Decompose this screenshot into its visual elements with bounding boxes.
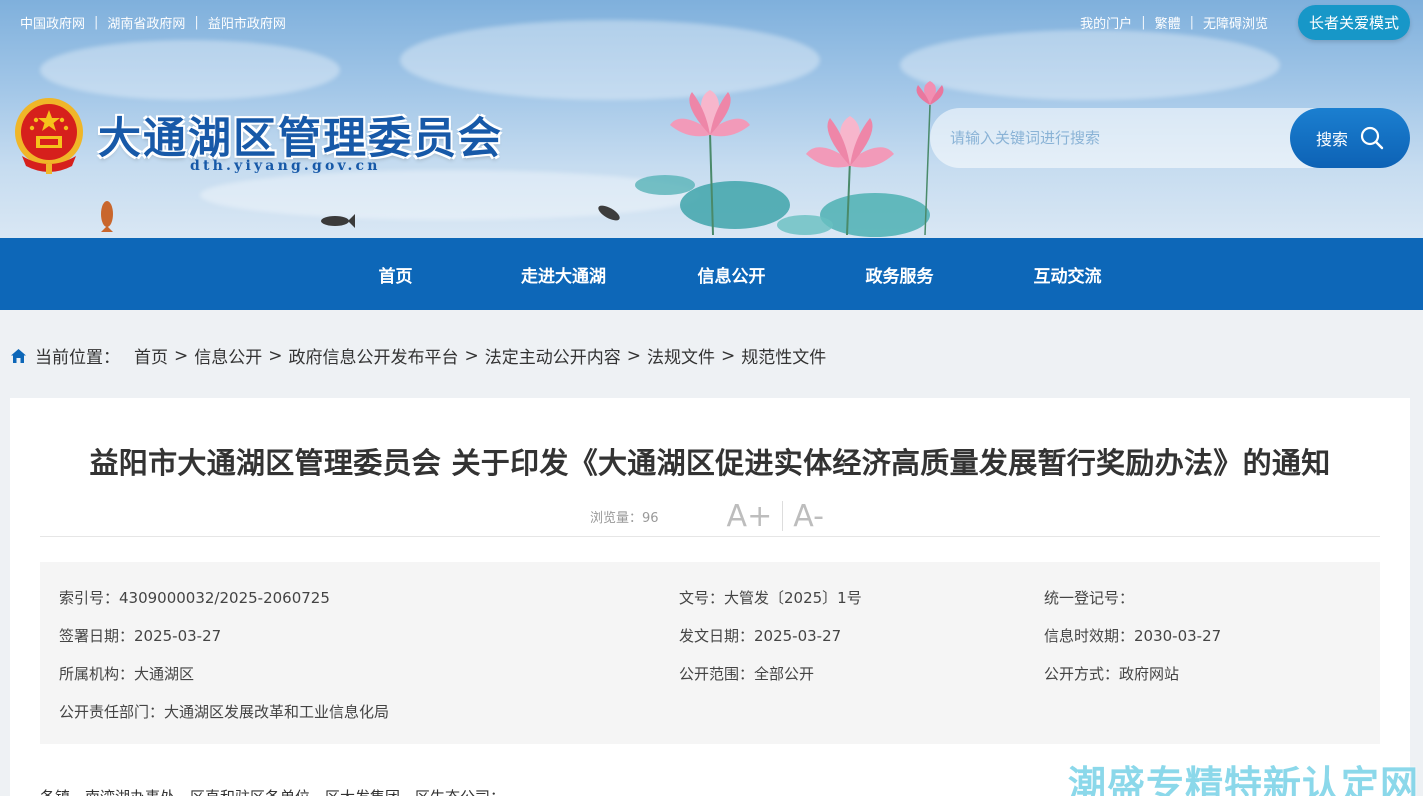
info-method: 公开方式：政府网站: [1044, 665, 1180, 683]
document-info-table: 索引号：4309000032/2025-2060725 文号：大管发〔2025〕…: [40, 562, 1380, 744]
divider: |: [1189, 15, 1194, 30]
link-accessibility[interactable]: 无障碍浏览: [1203, 13, 1268, 32]
info-index-no: 索引号：4309000032/2025-2060725: [59, 589, 330, 607]
search-icon: [1360, 126, 1384, 150]
nav-gov-services[interactable]: 政务服务: [816, 238, 984, 310]
lotus-illustration: [635, 81, 944, 237]
breadcrumb-lead: 当前位置：: [35, 348, 120, 368]
breadcrumb-separator: >: [626, 345, 641, 366]
breadcrumb-separator: >: [268, 345, 283, 366]
koi-fish-icon: [321, 214, 355, 228]
font-decrease-button[interactable]: A-: [783, 499, 834, 534]
divider: |: [1141, 15, 1146, 30]
info-org: 所属机构：大通湖区: [59, 665, 195, 683]
divider: [40, 536, 1380, 537]
divider: |: [194, 15, 199, 30]
site-domain: dth.yiyang.gov.cn: [190, 158, 381, 174]
breadcrumb-item[interactable]: 法定主动公开内容: [485, 343, 621, 368]
info-reg-no: 统一登记号：: [1044, 589, 1135, 607]
view-count: 浏览量：96: [590, 510, 659, 526]
cloud-decoration: [900, 30, 1280, 100]
user-links: 我的门户 | 繁體 | 无障碍浏览: [1080, 13, 1268, 32]
breadcrumb-separator: >: [464, 345, 479, 366]
breadcrumb-separator: >: [174, 345, 189, 366]
article-body-first-line: 各镇、南湾湖办事处，区直和驻区各单位，区大发集团、区生态公司：: [40, 786, 505, 796]
breadcrumb-item[interactable]: 法规文件: [647, 343, 715, 368]
divider: |: [94, 15, 99, 30]
breadcrumb-item[interactable]: 信息公开: [194, 343, 262, 368]
nav-home[interactable]: 首页: [312, 238, 480, 310]
nav-about[interactable]: 走进大通湖: [480, 238, 648, 310]
search-button-label: 搜索: [1315, 130, 1348, 149]
link-hunan-gov[interactable]: 湖南省政府网: [107, 13, 185, 32]
koi-fish-icon: [598, 205, 620, 221]
link-gov-cn[interactable]: 中国政府网: [20, 13, 85, 32]
national-emblem-icon: [15, 98, 83, 174]
link-my-portal[interactable]: 我的门户: [1080, 13, 1132, 32]
search-input[interactable]: [930, 129, 1290, 147]
header-banner: 中国政府网 | 湖南省政府网 | 益阳市政府网 我的门户 | 繁體 | 无障碍浏…: [0, 0, 1423, 238]
cloud-decoration: [40, 40, 340, 100]
nav-info-disclosure[interactable]: 信息公开: [648, 238, 816, 310]
breadcrumb-item[interactable]: 规范性文件: [741, 343, 826, 368]
watermark: 潮盛专精特新认定网: [1068, 763, 1420, 796]
link-yiyang-gov[interactable]: 益阳市政府网: [208, 13, 286, 32]
nav-interaction[interactable]: 互动交流: [984, 238, 1152, 310]
info-dept: 公开责任部门：大通湖区发展改革和工业信息化局: [59, 703, 390, 721]
breadcrumb-item[interactable]: 首页: [134, 343, 168, 368]
info-issue-date: 发文日期：2025-03-27: [679, 627, 842, 645]
article-title: 益阳市大通湖区管理委员会 关于印发《大通湖区促进实体经济高质量发展暂行奖励办法》…: [89, 446, 1331, 480]
article-meta: 浏览量：96 A+ A-: [590, 498, 834, 534]
main-nav: 首页 走进大通湖 信息公开 政务服务 互动交流: [0, 238, 1423, 310]
site-title: 大通湖区管理委员会: [98, 114, 503, 164]
elder-mode-button[interactable]: 长者关爱模式: [1298, 5, 1410, 40]
info-doc-no: 文号：大管发〔2025〕1号: [679, 589, 862, 607]
info-scope: 公开范围：全部公开: [679, 665, 815, 683]
info-validity: 信息时效期：2030-03-27: [1044, 627, 1222, 645]
home-icon: [11, 348, 26, 363]
breadcrumb-item[interactable]: 政府信息公开发布平台: [289, 343, 459, 368]
link-traditional-chinese[interactable]: 繁體: [1155, 13, 1181, 32]
breadcrumb-separator: >: [721, 345, 736, 366]
font-increase-button[interactable]: A+: [717, 499, 783, 534]
koi-fish-icon: [101, 201, 113, 232]
search-button[interactable]: 搜索: [1290, 108, 1410, 168]
info-sign-date: 签署日期：2025-03-27: [59, 627, 222, 645]
top-links: 中国政府网 | 湖南省政府网 | 益阳市政府网: [20, 13, 286, 32]
search-box: 搜索: [930, 108, 1410, 168]
breadcrumb: 当前位置： 首页 > 信息公开 > 政府信息公开发布平台 > 法定主动公开内容 …: [10, 343, 826, 368]
